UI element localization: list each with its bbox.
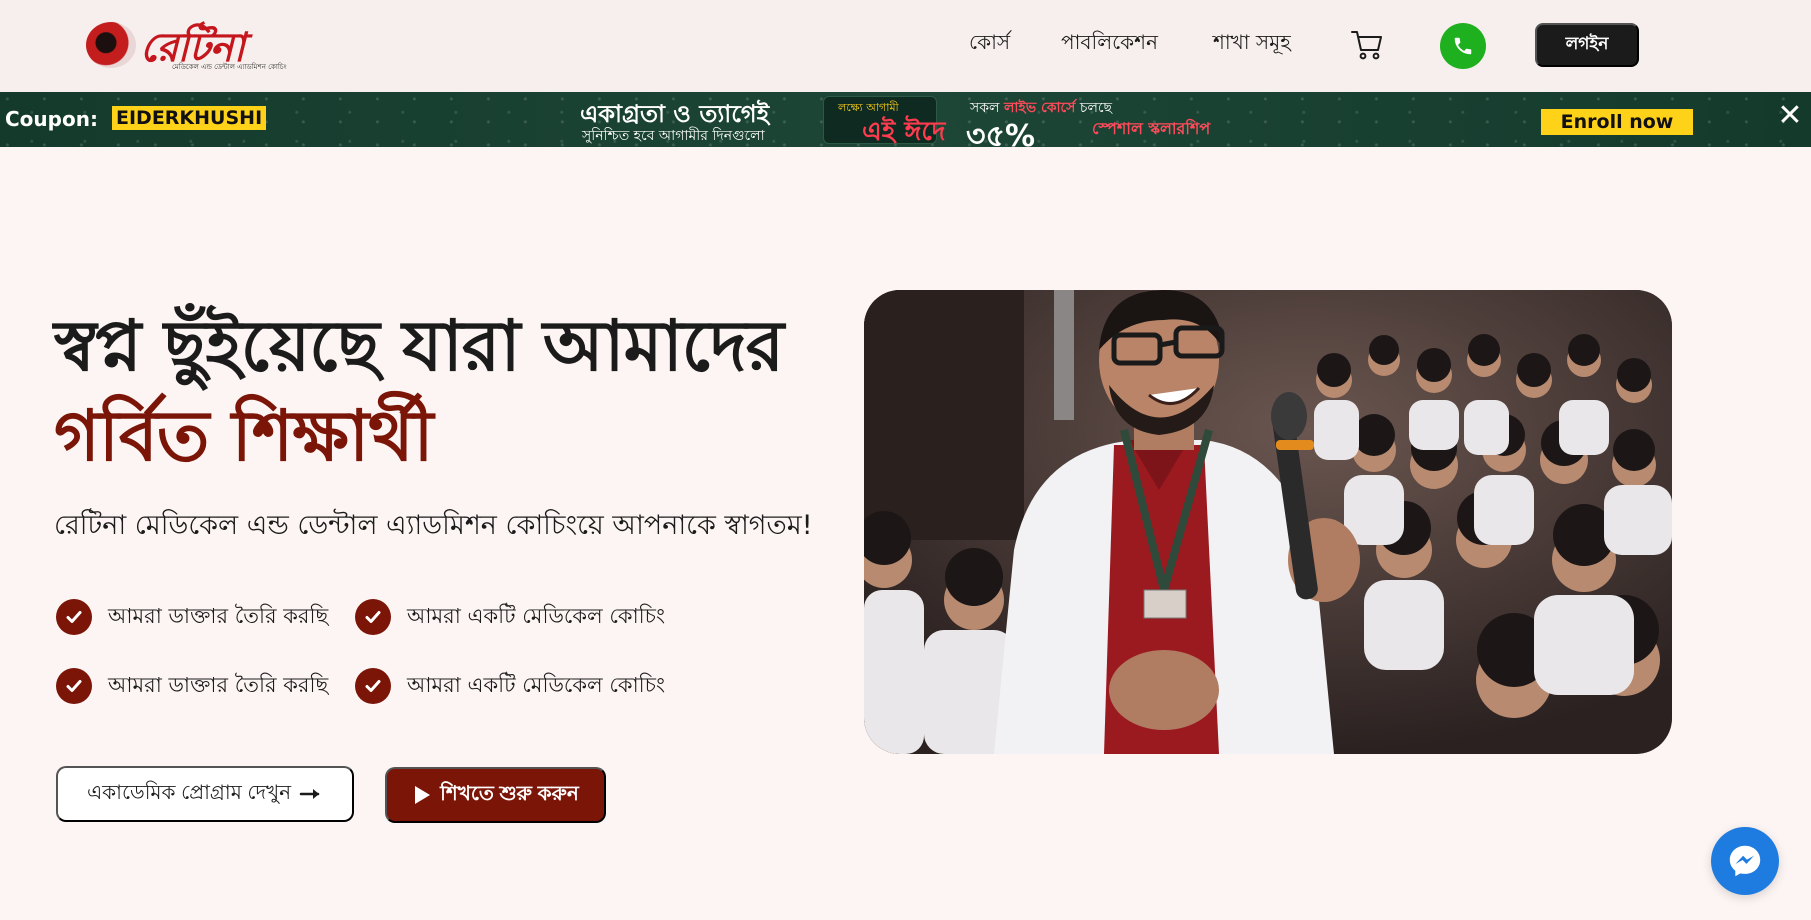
enroll-now-button[interactable]: Enroll now [1541,109,1693,135]
cart-icon[interactable] [1350,28,1384,62]
coupon-label: Coupon: [5,107,98,131]
eid-badge: লক্ষ্যে আগামী এই ঈদে [823,96,945,147]
banner-subheadline: সুনিশ্চিত হবে আগামীর দিনগুলো [582,128,765,144]
play-icon [415,786,431,804]
check-icon [355,599,391,635]
discount-percent: ৩৫% [966,119,1036,147]
start-learning-button[interactable]: শিখতে শুরু করুন [385,767,606,823]
start-learning-label: শিখতে শুরু করুন [440,782,579,805]
promo-banner[interactable]: Coupon: EIDERKHUSHI একাগ্রতা ও ত্যাগেই স… [0,92,1811,147]
academic-program-label: একাডেমিক প্রোগ্রাম দেখুন [86,781,292,804]
feature-text: আমরা ডাক্তার তৈরি করছি [108,603,329,628]
phone-button[interactable] [1440,23,1486,69]
eye-logo-icon [86,22,136,68]
phone-icon [1454,37,1472,55]
nav-branches[interactable]: শাখা সমূহ [1213,28,1291,61]
check-icon [56,599,92,635]
feature-item: আমরা একটি মেডিকেল কোচিং [355,668,665,704]
feature-item: আমরা ডাক্তার তৈরি করছি [56,599,328,635]
hero-title-line2: গর্বিত শিক্ষার্থী [54,395,434,477]
feature-text: আমরা ডাক্তার তৈরি করছি [108,672,329,697]
welcome-text: রেটিনা মেডিকেল এন্ড ডেন্টাল এ্যাডমিশন কো… [54,510,813,541]
messenger-icon [1729,845,1761,877]
nav-publication[interactable]: পাবলিকেশন [1061,28,1158,61]
live-post: চলছে [1075,100,1112,116]
feature-item: আমরা ডাক্তার তৈরি করছি [56,668,328,704]
scholarship-text: স্পেশাল স্কলারশিপ [1092,119,1211,138]
feature-text: আমরা একটি মেডিকেল কোচিং [407,603,666,628]
close-icon[interactable]: ✕ [1776,101,1804,131]
arrow-right-icon [299,789,320,799]
logo-subtitle: মেডিকেল এন্ড ডেন্টাল এ্যাডমিশন কোচিং [172,63,287,71]
retina-logo[interactable]: রেটিনা মেডিকেল এন্ড ডেন্টাল এ্যাডমিশন কো… [86,18,287,74]
students-photo [864,290,1672,754]
nav-courses[interactable]: কোর্স [969,28,1010,61]
academic-program-button[interactable]: একাডেমিক প্রোগ্রাম দেখুন [56,766,354,822]
messenger-button[interactable] [1711,827,1779,895]
feature-text: আমরা একটি মেডিকেল কোচিং [407,672,666,697]
feature-item: আমরা একটি মেডিকেল কোচিং [355,599,665,635]
login-button[interactable]: লগইন [1535,23,1639,67]
coupon-code: EIDERKHUSHI [112,106,267,130]
eid-big-text: এই ঈদে [862,117,946,147]
check-icon [56,668,92,704]
site-header: রেটিনা মেডিকেল এন্ড ডেন্টাল এ্যাডমিশন কো… [0,0,1811,92]
check-icon [355,668,391,704]
